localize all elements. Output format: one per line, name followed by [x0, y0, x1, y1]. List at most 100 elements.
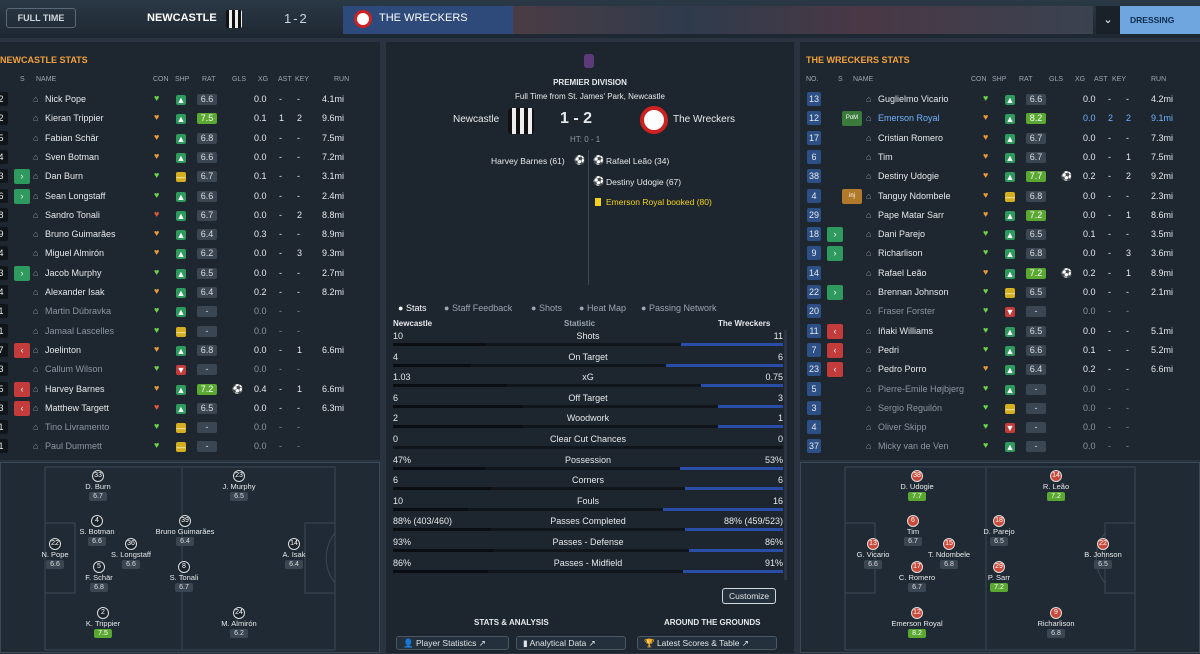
assists-value: - [279, 151, 282, 162]
customize-button[interactable]: Customize [722, 588, 777, 604]
shirt-number: 7 [807, 342, 821, 357]
pitch-player[interactable]: 5 F. Schär 6.8 [69, 561, 129, 592]
player-row[interactable]: 23 ‹ ⌂ Pedro Porro ♥ ▲ 6.4 0.2 - - 6.6mi [800, 360, 1200, 379]
sharpness-icon: — [1005, 288, 1015, 298]
pitch-player[interactable]: 24 M. Almirón 6.2 [209, 607, 269, 638]
key-passes-value: - [1126, 94, 1129, 104]
player-row[interactable]: 6 ⌂ Tim ♥ ▲ 6.7 0.0 - 1 7.5mi [800, 148, 1200, 167]
pitch-player[interactable]: 8 S. Tonali 6.7 [154, 561, 214, 592]
stat-label: On Target [568, 351, 608, 362]
key-passes-value: 2 [1126, 113, 1132, 124]
tab-stats[interactable]: ● Stats [398, 303, 426, 313]
player-row[interactable]: 38 ⌂ Destiny Udogie ♥ ▲ 7.7 ⚽ 0.2 - 2 9.2mi [800, 167, 1200, 186]
player-row[interactable]: 7 ‹ ⌂ Pedri ♥ ▲ 6.6 0.1 - - 5.2mi [800, 341, 1200, 360]
home-team-name: NEWCASTLE [147, 12, 217, 24]
player-row[interactable]: 6 › ⌂ Sean Longstaff ♥ ▲ 6.6 0.0 - - 2.4mi [0, 187, 380, 206]
tab-staff-feedback[interactable]: ● Staff Feedback [444, 303, 512, 313]
pitch-player[interactable]: 14 R. Leão 7.2 [1026, 470, 1086, 501]
player-row[interactable]: 3 ⌂ Callum Wilson ♥ ▼ -0.0- - [0, 360, 380, 379]
player-row[interactable]: 3 ‹ ⌂ Matthew Targett ♥ ▲ 6.5 0.0 - - 6.3mi [0, 399, 380, 418]
condition-heart-icon: ♥ [983, 170, 989, 181]
player-row[interactable]: 3 › ⌂ Jacob Murphy ♥ ▲ 6.5 0.0 - - 2.7mi [0, 264, 380, 283]
player-row[interactable]: 5 ⌂ Pierre-Emile Højbjerg ♥ ▲ -0.0- - [800, 380, 1200, 399]
player-row[interactable]: 1 ⌂ Tino Livramento ♥ — -0.0- - [0, 418, 380, 437]
player-row[interactable]: 4 inj ⌂ Tanguy Ndombele ♥ — 6.8 0.0 - - 2.3mi [800, 187, 1200, 206]
away-formation-pitch: 38 D. Udogie 7.7 14 R. Leão 7.2 6 Tim 6.7 18 D. Pa… [800, 462, 1200, 653]
away-stat-value: 6 [777, 475, 783, 486]
pitch-player[interactable]: 33 D. Burn 6.7 [68, 470, 128, 501]
player-row[interactable]: 2 ⌂ Kieran Trippier ♥ ▲ 7.5 0.1 1 2 9.6mi [0, 109, 380, 128]
stat-bar [393, 343, 783, 346]
player-row[interactable]: 7 ‹ ⌂ Joelinton ♥ ▲ 6.8 0.0 - 1 6.6mi [0, 341, 380, 360]
condition-heart-icon: ♥ [983, 382, 989, 393]
player-row[interactable]: 3 ⌂ Sergio Reguilón ♥ — -0.0- - [800, 399, 1200, 418]
player-row[interactable]: 2 ⌂ Nick Pope ♥ ▲ 6.6 0.0 - - 4.1mi [0, 90, 380, 109]
pitch-player[interactable]: 23 J. Murphy 6.5 [209, 470, 269, 501]
scrollbar[interactable] [784, 330, 787, 580]
rating-badge: 6.5 [1026, 287, 1046, 298]
player-row[interactable]: 9 ⌂ Bruno Guimarães ♥ ▲ 6.4 0.3 - - 8.9mi [0, 225, 380, 244]
pitch-player[interactable]: 12 Emerson Royal 8.2 [887, 607, 947, 638]
pitch-player[interactable]: 29 P. Sarr 7.2 [969, 561, 1029, 592]
player-row[interactable]: 9 › ⌂ Richarlison ♥ ▲ 6.8 0.0 - 3 3.6mi [800, 244, 1200, 263]
player-row[interactable]: 5 ‹ ⌂ Harvey Barnes ♥ ▲ 7.2 ⚽ 0.4 - 1 6.6mi [0, 380, 380, 399]
tab-heat-map[interactable]: ● Heat Map [579, 303, 626, 313]
tab-passing-network[interactable]: ● Passing Network [641, 303, 716, 313]
player-row[interactable]: 4 ⌂ Alexander Isak ♥ ▲ 6.4 0.2 - - 8.2mi [0, 283, 380, 302]
player-row[interactable]: 29 ⌂ Pape Matar Sarr ♥ ▲ 7.2 0.0 - 1 8.6mi [800, 206, 1200, 225]
player-row[interactable]: 14 ⌂ Rafael Leão ♥ ▲ 7.2 ⚽ 0.2 - 1 8.9mi [800, 264, 1200, 283]
condition-heart-icon: ♥ [154, 266, 160, 277]
player-row[interactable]: 12 PoM ⌂ Emerson Royal ♥ ▲ 8.2 0.0 2 2 9.1mi [800, 109, 1200, 128]
player-row[interactable]: 17 ⌂ Cristian Romero ♥ ▲ 6.7 0.0 - - 7.3mi [800, 129, 1200, 148]
player-row[interactable]: 1 ⌂ Martin Dúbravka ♥ ▲ -0.0- - [0, 302, 380, 321]
player-row[interactable]: 4 ⌂ Miguel Almirón ♥ ▲ 6.2 0.0 - 3 9.3mi [0, 244, 380, 263]
player-row[interactable]: 5 ⌂ Fabian Schär ♥ ▲ 6.8 0.0 - - 7.5mi [0, 129, 380, 148]
key-passes-value: - [1126, 132, 1129, 143]
player-row[interactable]: 4 ⌂ Oliver Skipp ♥ ▼ -0.0- - [800, 418, 1200, 437]
player-row[interactable]: 3 › ⌂ Dan Burn ♥ — 6.7 0.1 - - 3.1mi [0, 167, 380, 186]
player-row[interactable]: 4 ⌂ Sven Botman ♥ ▲ 6.6 0.0 - - 7.2mi [0, 148, 380, 167]
assists-value: - [279, 422, 282, 433]
pitch-player[interactable]: 14 A. Isak 6.4 [264, 538, 324, 569]
player-row[interactable]: 1 ⌂ Paul Dummett ♥ — -0.0- - [0, 437, 380, 456]
sub-out-icon: ‹ [14, 342, 30, 358]
distance-run-value: 7.5mi [1151, 151, 1174, 162]
sharpness-icon: ▲ [176, 133, 186, 144]
pitch-player[interactable]: 2 K. Trippier 7.5 [73, 607, 133, 638]
shirt-number: 2 [0, 92, 8, 106]
rating-badge: - [197, 306, 217, 318]
analytical-data-button[interactable]: ▮ Analytical Data ↗ [516, 636, 626, 650]
player-statistics-button[interactable]: 👤 Player Statistics ↗ [396, 636, 509, 650]
shirt-number: 23 [807, 362, 821, 377]
pitch-player[interactable]: 9 Richarlison 6.8 [1026, 607, 1086, 638]
player-row[interactable]: 18 › ⌂ Dani Parejo ♥ ▲ 6.5 0.1 - - 3.5mi [800, 225, 1200, 244]
pitch-player[interactable]: 17 C. Romero 6.7 [887, 561, 947, 592]
rating-badge: 7.2 [197, 383, 217, 395]
summary-score: 1 - 2 [560, 110, 593, 127]
distance-run-value: 8.8mi [322, 209, 345, 220]
sharpness-icon: ▲ [176, 152, 186, 163]
player-row[interactable]: 20 ⌂ Fraser Forster ♥ ▼ -0.0- - [800, 302, 1200, 321]
key-passes-value: - [1126, 325, 1129, 336]
chevron-down-icon[interactable]: ⌄ [1096, 6, 1120, 34]
key-passes-value: - [1126, 383, 1129, 394]
condition-heart-icon: ♥ [154, 382, 160, 393]
away-stat-value: 1 [777, 413, 783, 424]
dressing-room-button[interactable]: DRESSING ROOM [1120, 6, 1200, 53]
player-row[interactable]: 8 ⌂ Sandro Tonali ♥ ▲ 6.7 0.0 - 2 8.8mi [0, 206, 380, 225]
rating-badge: 7.2 [990, 583, 1008, 592]
tab-shots[interactable]: ● Shots [531, 303, 562, 313]
player-row[interactable]: 11 ‹ ⌂ Iñaki Williams ♥ ▲ 6.5 0.0 - - 5.1mi [800, 322, 1200, 341]
pitch-player[interactable]: 38 D. Udogie 7.7 [887, 470, 947, 501]
shirt-number: 13 [867, 538, 879, 550]
person-icon: ⌂ [33, 229, 39, 240]
player-row[interactable]: 1 ⌂ Jamaal Lascelles ♥ — -0.0- - [0, 322, 380, 341]
sub-out-icon: ‹ [827, 342, 843, 358]
latest-scores-button[interactable]: 🏆 Latest Scores & Table ↗ [637, 636, 777, 650]
pitch-player[interactable]: 22 B. Johnson 6.5 [1073, 538, 1133, 569]
player-row[interactable]: 37 ⌂ Micky van de Ven ♥ ▲ -0.0- - [800, 437, 1200, 456]
pitch-player[interactable]: 39 Bruno Guimarães 6.4 [155, 515, 215, 546]
player-row[interactable]: 13 ⌂ Guglielmo Vicario ♥ ▲ 6.6 0.0 - - 4.2mi [800, 90, 1200, 109]
away-stat-bar [666, 363, 783, 367]
player-row[interactable]: 22 › ⌂ Brennan Johnson ♥ — 6.5 0.0 - - 2.1mi [800, 283, 1200, 302]
